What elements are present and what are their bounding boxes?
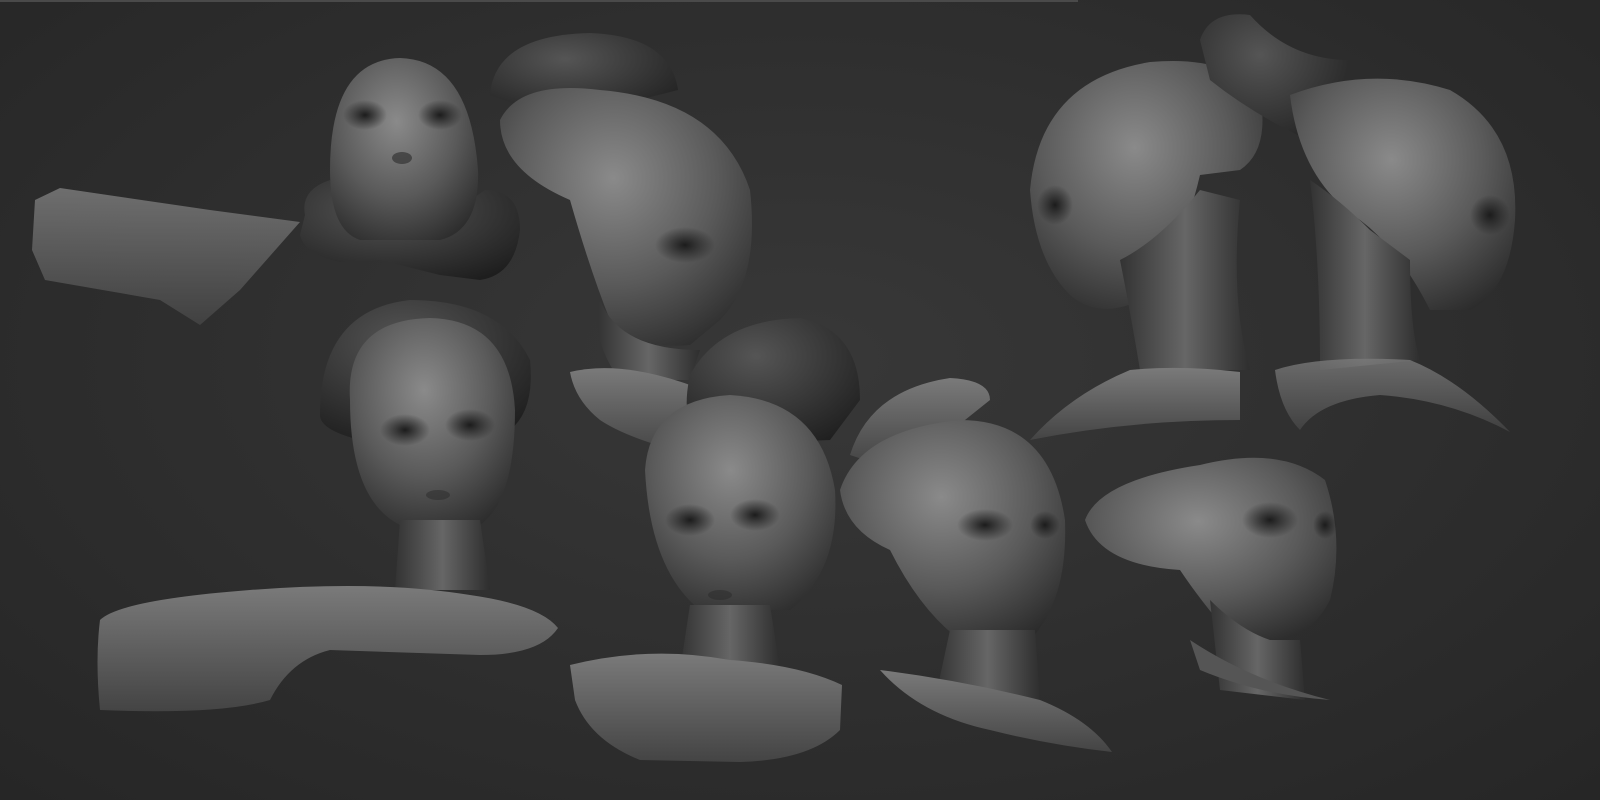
sculpt-render xyxy=(32,14,1516,762)
alien-bust-small-three-quarter xyxy=(1085,457,1337,700)
alien-bust-low-angle xyxy=(32,58,520,325)
alien-bust-right-three-quarter xyxy=(840,378,1112,752)
alien-bust-front xyxy=(97,300,558,712)
alien-bust-profile-left xyxy=(1030,60,1263,440)
viewport-canvas xyxy=(0,0,1600,800)
